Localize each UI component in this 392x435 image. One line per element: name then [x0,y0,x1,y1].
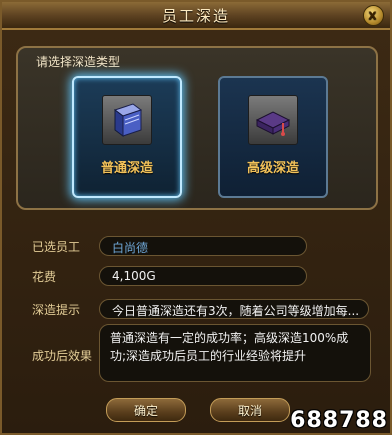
employee-field[interactable]: 白尚德 [99,236,307,256]
purple-book-icon [248,95,298,145]
close-button[interactable]: x [363,5,384,26]
effect-field: 普通深造有一定的成功率；高级深造100%成功;深造成功后员工的行业经验将提升 [99,324,371,382]
normal-training-label: 普通深造 [100,161,153,176]
blue-book-icon [102,95,152,145]
cost-field: 4,100G [99,266,307,286]
tip-label: 深造提示 [32,303,81,317]
cancel-button[interactable]: 取消 [210,398,290,422]
confirm-button[interactable]: 确定 [106,398,186,422]
effect-label: 成功后效果 [32,349,93,363]
training-type-prompt: 请选择深造类型 [36,55,121,69]
tip-field: 今日普通深造还有3次，随着公司等级增加每... [99,299,369,319]
advanced-training-label: 高级深造 [246,161,299,176]
cost-label: 花费 [32,270,57,284]
advanced-training-option[interactable]: 高级深造 [218,76,328,198]
training-dialog: 员工深造 x 请选择深造类型 普通深造 高级深造 已选员工 白尚德 花费 4,1… [0,0,392,435]
watermark: 688788 [290,408,388,433]
dialog-title: 员工深造 [161,6,230,25]
normal-training-option[interactable]: 普通深造 [72,76,182,198]
close-icon: x [368,8,379,23]
training-type-panel: 请选择深造类型 普通深造 高级深造 [16,46,378,210]
title-bar: 员工深造 x [2,2,390,30]
employee-label: 已选员工 [32,240,81,254]
